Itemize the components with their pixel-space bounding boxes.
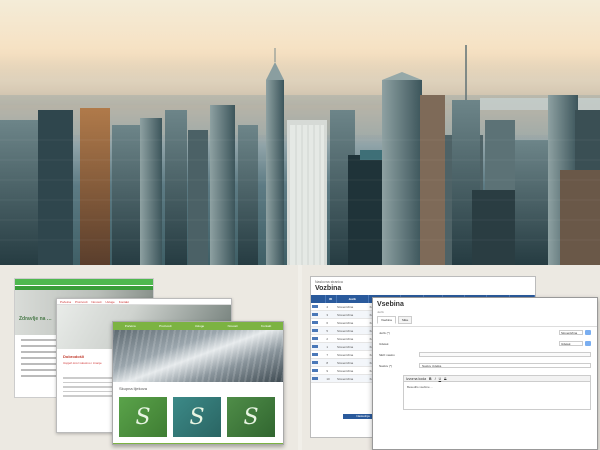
site-c-tile[interactable]: S — [227, 397, 275, 437]
field-label: SEO naslov — [379, 352, 395, 357]
field-label: Jezik (*) — [379, 330, 390, 335]
edit-icon[interactable] — [312, 328, 318, 332]
row-language: Slovenščina — [336, 350, 369, 359]
row-id: 9 — [325, 366, 337, 375]
site-b-subtitle: Uspjeh kroz iskustvo i znanje — [63, 361, 102, 365]
column-header[interactable] — [311, 295, 326, 303]
site-c-nav-item[interactable]: Proizvodi — [159, 324, 171, 328]
row-language: Slovenščina — [336, 342, 369, 351]
add-button[interactable] — [585, 341, 591, 346]
website-screenshots-panel: Zdravlje na … Početna Proizvodi Novosti … — [0, 265, 298, 450]
edit-icon[interactable] — [312, 368, 318, 372]
column-header[interactable]: ID — [325, 295, 337, 303]
row-id: 8 — [325, 358, 337, 367]
product-select[interactable]: Izdelek — [559, 341, 583, 346]
form-title: Vsebina — [377, 301, 404, 308]
strike-button[interactable]: S — [444, 377, 446, 381]
form-row: Jezik (*) Slovenščina — [373, 327, 597, 338]
edit-icon[interactable] — [312, 352, 318, 356]
site-b-nav-item[interactable]: Usluge — [105, 300, 114, 304]
row-language: Slovenščina — [336, 318, 369, 327]
form-row: Naslov (*) Naslov izdelka — [373, 360, 597, 371]
site-c-heading: Skupna lijekova — [119, 386, 148, 391]
edit-icon[interactable] — [312, 304, 318, 308]
edit-icon[interactable] — [312, 320, 318, 324]
site-b-nav-item[interactable]: Početna — [60, 300, 71, 304]
website-screenshot-front: Početna Proizvodi Usluge Novosti Kontakt… — [112, 321, 284, 445]
row-id: 4 — [325, 303, 337, 311]
site-b-nav-item[interactable]: Kontakt — [119, 300, 129, 304]
site-c-nav: Početna Proizvodi Usluge Novosti Kontakt — [113, 322, 283, 330]
hero-cityscape-image — [0, 0, 600, 265]
field-label: Izdelek — [379, 341, 389, 346]
edit-icon[interactable] — [312, 312, 318, 316]
row-id: 6 — [325, 318, 337, 327]
form-row: Izdelek Izdelek — [373, 338, 597, 349]
row-language: Slovenščina — [336, 334, 369, 343]
editor-toolbar: Izvorna koda B I U S — [403, 375, 591, 382]
breadcrumb[interactable]: Naslovna stranica — [311, 277, 535, 284]
row-id: 1 — [325, 342, 337, 351]
site-c-tile[interactable]: S — [173, 397, 221, 437]
edit-icon[interactable] — [312, 376, 318, 380]
site-c-hero-image — [113, 330, 283, 382]
field-label: Naslov (*) — [379, 363, 393, 368]
row-language: Slovenščina — [336, 326, 369, 335]
site-c-nav-item[interactable]: Usluge — [195, 324, 204, 328]
row-language: Slovenščina — [336, 374, 369, 383]
row-language: Slovenščina — [336, 310, 369, 319]
site-c-nav-item[interactable]: Kontakt — [261, 324, 271, 328]
edit-icon[interactable] — [312, 360, 318, 364]
bold-button[interactable]: B — [429, 377, 432, 381]
form-row: SEO naslov — [373, 349, 597, 360]
edit-icon[interactable] — [312, 344, 318, 348]
site-b-nav-item[interactable]: Novosti — [91, 300, 101, 304]
site-b-title: Dobrodošli — [63, 354, 85, 359]
admin-screenshots-panel: Naslovna stranica Vozbina ID Jezik Kateg… — [302, 265, 600, 450]
tab-content[interactable]: Vsebina — [377, 316, 396, 324]
source-button[interactable]: Izvorna koda — [406, 377, 426, 381]
language-select[interactable]: Slovenščina — [559, 330, 583, 335]
edit-icon[interactable] — [312, 336, 318, 340]
row-language: Slovenščina — [336, 303, 369, 311]
page-title: Vozbina — [315, 285, 342, 292]
italic-button[interactable]: I — [435, 377, 436, 381]
row-id: 3 — [325, 310, 337, 319]
tab-images[interactable]: Slike — [397, 316, 413, 324]
site-b-nav-item[interactable]: Proizvodi — [75, 300, 87, 304]
underline-button[interactable]: U — [439, 377, 442, 381]
site-c-nav-item[interactable]: Novosti — [228, 324, 238, 328]
skyline-drawing — [0, 45, 600, 265]
admin-edit-screenshot: Vsebina Jezik Vsebina Slike Jezik (*) Sl… — [372, 297, 598, 450]
add-button[interactable] — [585, 330, 591, 335]
row-id: 10 — [325, 374, 337, 383]
column-header[interactable]: Jezik — [336, 295, 370, 303]
rich-text-editor[interactable]: Besedilo vsebine ... — [403, 382, 591, 410]
row-language: Slovenščina — [336, 358, 369, 367]
seo-title-input[interactable] — [419, 352, 591, 357]
row-language: Slovenščina — [336, 366, 369, 375]
site-a-caption: Zdravlje na … — [19, 316, 52, 322]
site-c-tile[interactable]: S — [119, 397, 167, 437]
row-id: 2 — [325, 334, 337, 343]
site-c-nav-item[interactable]: Početna — [125, 324, 136, 328]
title-input[interactable]: Naslov izdelka — [419, 363, 591, 368]
row-id: 5 — [325, 326, 337, 335]
row-id: 7 — [325, 350, 337, 359]
